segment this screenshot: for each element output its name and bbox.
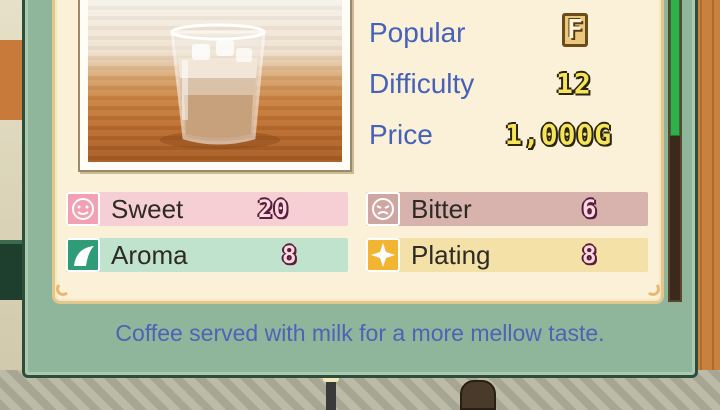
iced-cafe-latte-glass-icon xyxy=(160,23,280,149)
scrollbar-thumb[interactable] xyxy=(670,0,680,136)
aroma-bar xyxy=(66,238,348,272)
card-corner-ornament-left xyxy=(56,282,70,296)
popular-rank-badge: F xyxy=(562,13,588,47)
plating-sparkle-icon xyxy=(366,238,400,272)
difficulty-label: Difficulty xyxy=(369,68,475,99)
popular-label: Popular xyxy=(369,17,466,48)
plating-label: Plating xyxy=(411,240,491,270)
background-lamp xyxy=(323,374,339,410)
background-customer-sprite xyxy=(460,380,496,410)
price-value: 1,000G xyxy=(505,118,613,151)
sweet-label: Sweet xyxy=(111,194,184,224)
card-corner-ornament-right xyxy=(646,282,660,296)
bitter-bar xyxy=(366,192,648,226)
plating-bar xyxy=(366,238,648,272)
difficulty-value: 12 xyxy=(556,67,592,100)
item-photo xyxy=(88,0,342,162)
price-label: Price xyxy=(369,119,433,150)
plating-value: 8 xyxy=(582,241,598,269)
aroma-value: 8 xyxy=(282,241,298,269)
sweet-value: 20 xyxy=(258,195,289,223)
sweet-bar xyxy=(66,192,348,226)
bitter-face-icon xyxy=(366,192,400,226)
item-description: Coffee served with milk for a more mello… xyxy=(115,320,605,346)
sweet-face-icon xyxy=(66,192,100,226)
bitter-label: Bitter xyxy=(411,194,472,224)
aroma-label: Aroma xyxy=(111,240,188,270)
bitter-value: 6 xyxy=(582,195,598,223)
aroma-leaf-icon xyxy=(66,238,100,272)
